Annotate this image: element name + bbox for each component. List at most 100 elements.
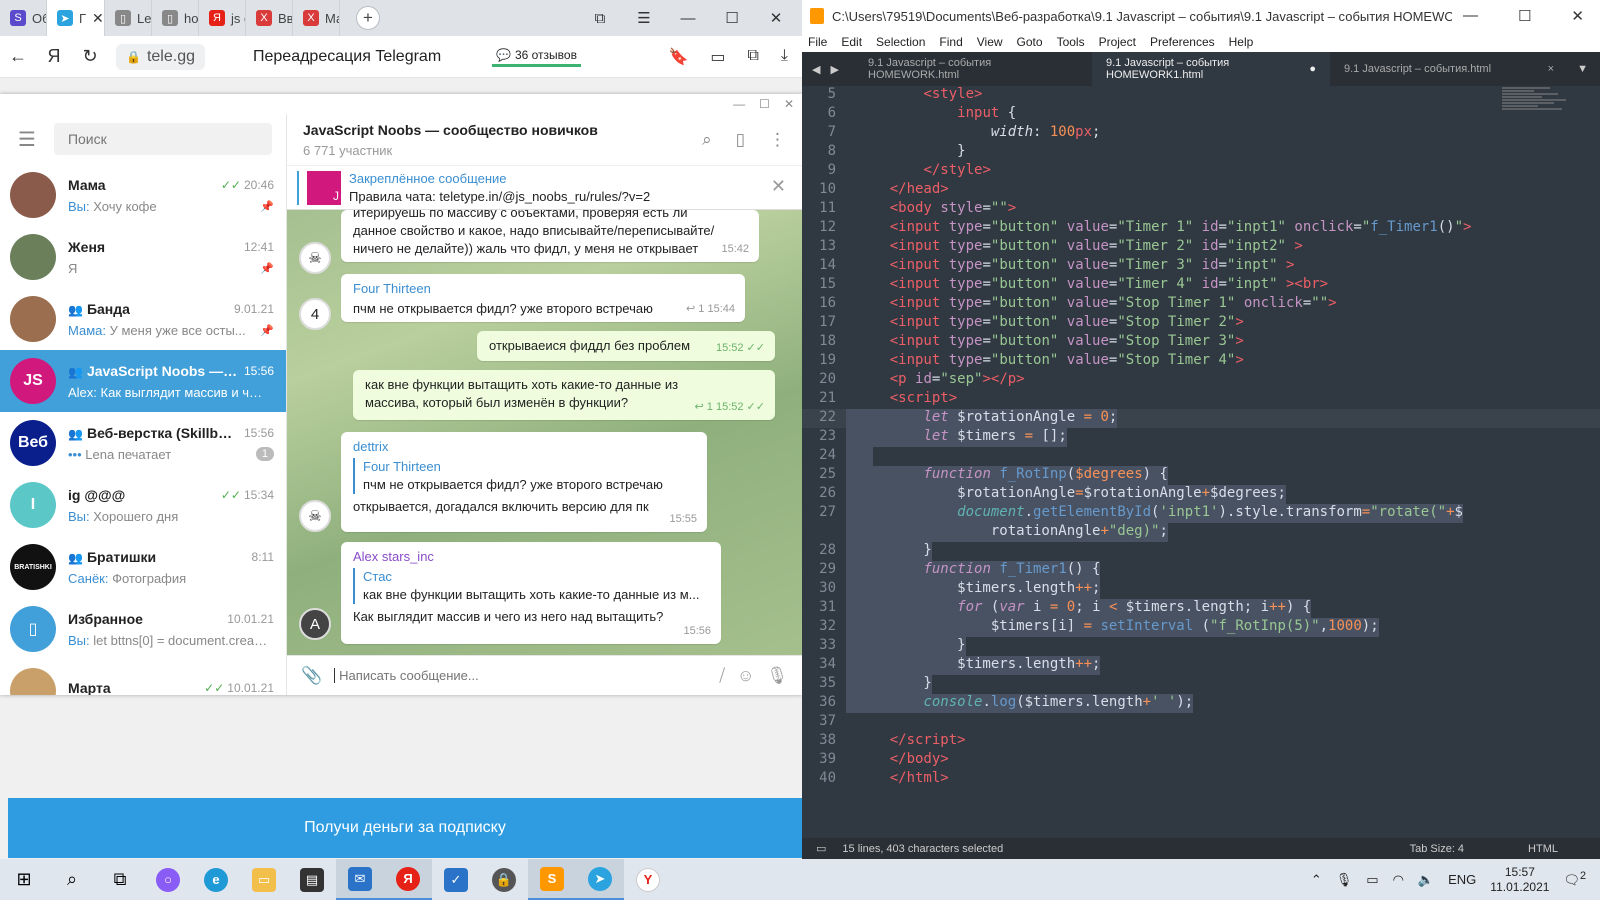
tg-maximize-icon[interactable]: ☐ — [759, 97, 770, 111]
code-line[interactable]: 35 } — [802, 675, 1600, 694]
chat-list-item[interactable]: 👥 Банда 9.01.21 Мама: У меня уже все осты..… — [0, 288, 286, 350]
message-input[interactable] — [334, 668, 708, 683]
close-icon[interactable]: ✕ — [766, 9, 786, 27]
code-line[interactable]: 8 } — [802, 143, 1600, 162]
hamburger-menu-icon[interactable]: ☰ — [18, 127, 36, 152]
microphone-icon[interactable]: 🎙 — [766, 666, 788, 686]
message-bubble[interactable]: Four Thirteen пчм не открывается фидл? у… — [341, 274, 745, 322]
pinned-close-icon[interactable]: ✕ — [771, 176, 786, 197]
code-line[interactable]: 31 for (var i = 0; i < $timers.length; i… — [802, 599, 1600, 618]
sublime-taskbar-icon[interactable]: S — [528, 859, 576, 900]
st-maximize-icon[interactable]: ☐ — [1518, 7, 1531, 25]
alice-icon[interactable]: ○ — [144, 859, 192, 900]
code-line[interactable]: 25 function f_RotInp($degrees) { — [802, 466, 1600, 485]
commands-icon[interactable]: ⧸ — [719, 666, 725, 686]
minimap[interactable] — [1502, 86, 1582, 166]
reply-quote[interactable]: Four Thirteen пчм не открывается фидл? у… — [353, 458, 695, 494]
code-line[interactable]: 38 </script> — [802, 732, 1600, 751]
code-line[interactable]: 6 input { — [802, 105, 1600, 124]
code-line[interactable]: 24 — [802, 447, 1600, 466]
sidebar-toggle-icon[interactable]: ▯ — [736, 130, 745, 150]
reload-icon[interactable]: ↻ — [72, 46, 108, 67]
code-line[interactable]: 19 <input type="button" value="Stop Time… — [802, 352, 1600, 371]
chat-list-item[interactable]: Марта ✓✓ 10.01.21 — [0, 660, 286, 695]
arrow-right-icon[interactable]: ▶ — [830, 63, 838, 76]
download-icon[interactable]: ⤓ — [781, 47, 788, 67]
chat-list-item[interactable]: Мама ✓✓ 20:46 Вы: Хочу кофе 📌 — [0, 164, 286, 226]
file-explorer-icon[interactable]: ▭ — [240, 859, 288, 900]
editor-tab[interactable]: 9.1 Javascript – события.html × — [1330, 52, 1568, 86]
vpn-icon[interactable]: 🔒 — [480, 859, 528, 900]
more-vert-icon[interactable]: ⋮ — [769, 130, 786, 150]
skull-avatar-icon[interactable]: ☠ — [299, 242, 331, 274]
tg-minimize-icon[interactable]: — — [733, 97, 745, 111]
editor-tab[interactable]: 9.1 Javascript – события HOMEWORK1.html ● — [1092, 52, 1330, 86]
message-author[interactable]: Four Thirteen — [353, 280, 733, 298]
code-line[interactable]: 39 </body> — [802, 751, 1600, 770]
tab-dropdown-icon[interactable]: ▼ — [1577, 63, 1600, 75]
code-line[interactable]: 13 <input type="button" value="Timer 2" … — [802, 238, 1600, 257]
code-line[interactable]: 15 <input type="button" value="Timer 4" … — [802, 276, 1600, 295]
outgoing-message[interactable]: открываеися фиддл без проблем 15:52 ✓✓ — [477, 331, 775, 361]
st-close-icon[interactable]: ✕ — [1571, 7, 1584, 25]
code-line[interactable]: 12 <input type="button" value="Timer 1" … — [802, 219, 1600, 238]
code-line[interactable]: 21 <script> — [802, 390, 1600, 409]
reviews-button[interactable]: 💬 36 отзывов — [492, 46, 581, 67]
minimize-icon[interactable]: — — [678, 10, 698, 27]
battery-saver-icon[interactable]: ▭ — [710, 47, 725, 67]
code-line[interactable]: 33 } — [802, 637, 1600, 656]
store-icon[interactable]: ▤ — [288, 859, 336, 900]
code-line[interactable]: 17 <input type="button" value="Stop Time… — [802, 314, 1600, 333]
yandex-icon[interactable]: Y — [624, 859, 672, 900]
tab-scroll-arrows[interactable]: ◀ ▶ — [802, 63, 854, 76]
message-author[interactable]: dettrix — [353, 438, 695, 456]
browser-tab[interactable]: X Вве — [246, 0, 293, 36]
code-line[interactable]: 23 let $timers = []; — [802, 428, 1600, 447]
menu-item-help[interactable]: Help — [1229, 35, 1254, 49]
pinned-message[interactable]: J Закреплённое сообщение Правила чата: t… — [287, 166, 802, 210]
menu-item-file[interactable]: File — [808, 35, 827, 49]
chat-list-item[interactable]: Iig @@@ ✓✓ 15:34 Вы: Хорошего дня — [0, 474, 286, 536]
code-line[interactable]: 14 <input type="button" value="Timer 3" … — [802, 257, 1600, 276]
code-line[interactable]: 36 console.log($timers.length+' '); — [802, 694, 1600, 713]
user-avatar[interactable]: A — [299, 608, 331, 640]
windows-start-icon[interactable]: ⊞ — [0, 859, 48, 900]
syntax-mode[interactable]: HTML — [1528, 843, 1558, 855]
code-line[interactable]: 30 $timers.length++; — [802, 580, 1600, 599]
new-tab-button[interactable]: + — [356, 6, 380, 30]
address-bar[interactable]: 🔒 tele.gg — [116, 43, 205, 70]
code-line[interactable]: 20 <p id="sep"></p> — [802, 371, 1600, 390]
code-line[interactable]: 28 } — [802, 542, 1600, 561]
message-author[interactable]: Alex stars_inc — [353, 548, 709, 566]
user-avatar-413[interactable]: 4 — [299, 298, 331, 330]
promo-banner[interactable]: Получи деньги за подписку — [8, 798, 802, 858]
volume-icon[interactable]: 🔈 — [1418, 872, 1434, 888]
yandex-browser-icon[interactable]: Я — [384, 859, 432, 900]
code-line[interactable]: 16 <input type="button" value="Stop Time… — [802, 295, 1600, 314]
code-line[interactable]: 5 <style> — [802, 86, 1600, 105]
language-indicator[interactable]: ENG — [1448, 872, 1476, 887]
search-icon[interactable]: ⌕ — [702, 130, 712, 150]
yandex-icon[interactable]: Я — [36, 46, 72, 67]
chat-list-item[interactable]: BRATISHKI 👥 Братишки 8:11 Санёк: Фотография — [0, 536, 286, 598]
chat-list-item[interactable]: Женя 12:41 Я 📌 — [0, 226, 286, 288]
clock[interactable]: 15:57 11.01.2021 — [1490, 865, 1549, 895]
search-icon[interactable]: ⌕ — [48, 859, 96, 900]
menu-item-edit[interactable]: Edit — [841, 35, 862, 49]
edge-icon[interactable]: e — [192, 859, 240, 900]
editor-tab[interactable]: 9.1 Javascript – события HOMEWORK.html — [854, 52, 1092, 86]
reply-quote[interactable]: Стас как вне функции вытащить хоть какие… — [353, 568, 709, 604]
emoji-icon[interactable]: ☺ — [737, 666, 754, 686]
code-line[interactable]: 29 function f_Timer1() { — [802, 561, 1600, 580]
chat-list-item[interactable]: ▯ Избранное 10.01.21 Вы: let bttns[0] = doc… — [0, 598, 286, 660]
back-arrow-icon[interactable]: ← — [0, 46, 36, 67]
wifi-icon[interactable]: ◠ — [1393, 872, 1404, 888]
tab-size[interactable]: Tab Size: 4 — [1410, 843, 1464, 855]
menu-item-view[interactable]: View — [977, 35, 1003, 49]
menu-item-project[interactable]: Project — [1099, 35, 1136, 49]
code-line[interactable]: 27 document.getElementById('inpt1').styl… — [802, 504, 1600, 523]
microphone-icon[interactable]: 🎙 — [1336, 872, 1353, 888]
browser-tab[interactable]: Яjs co — [199, 0, 246, 36]
browser-tab[interactable]: ▯ Less — [105, 0, 152, 36]
code-line[interactable]: 10 </head> — [802, 181, 1600, 200]
